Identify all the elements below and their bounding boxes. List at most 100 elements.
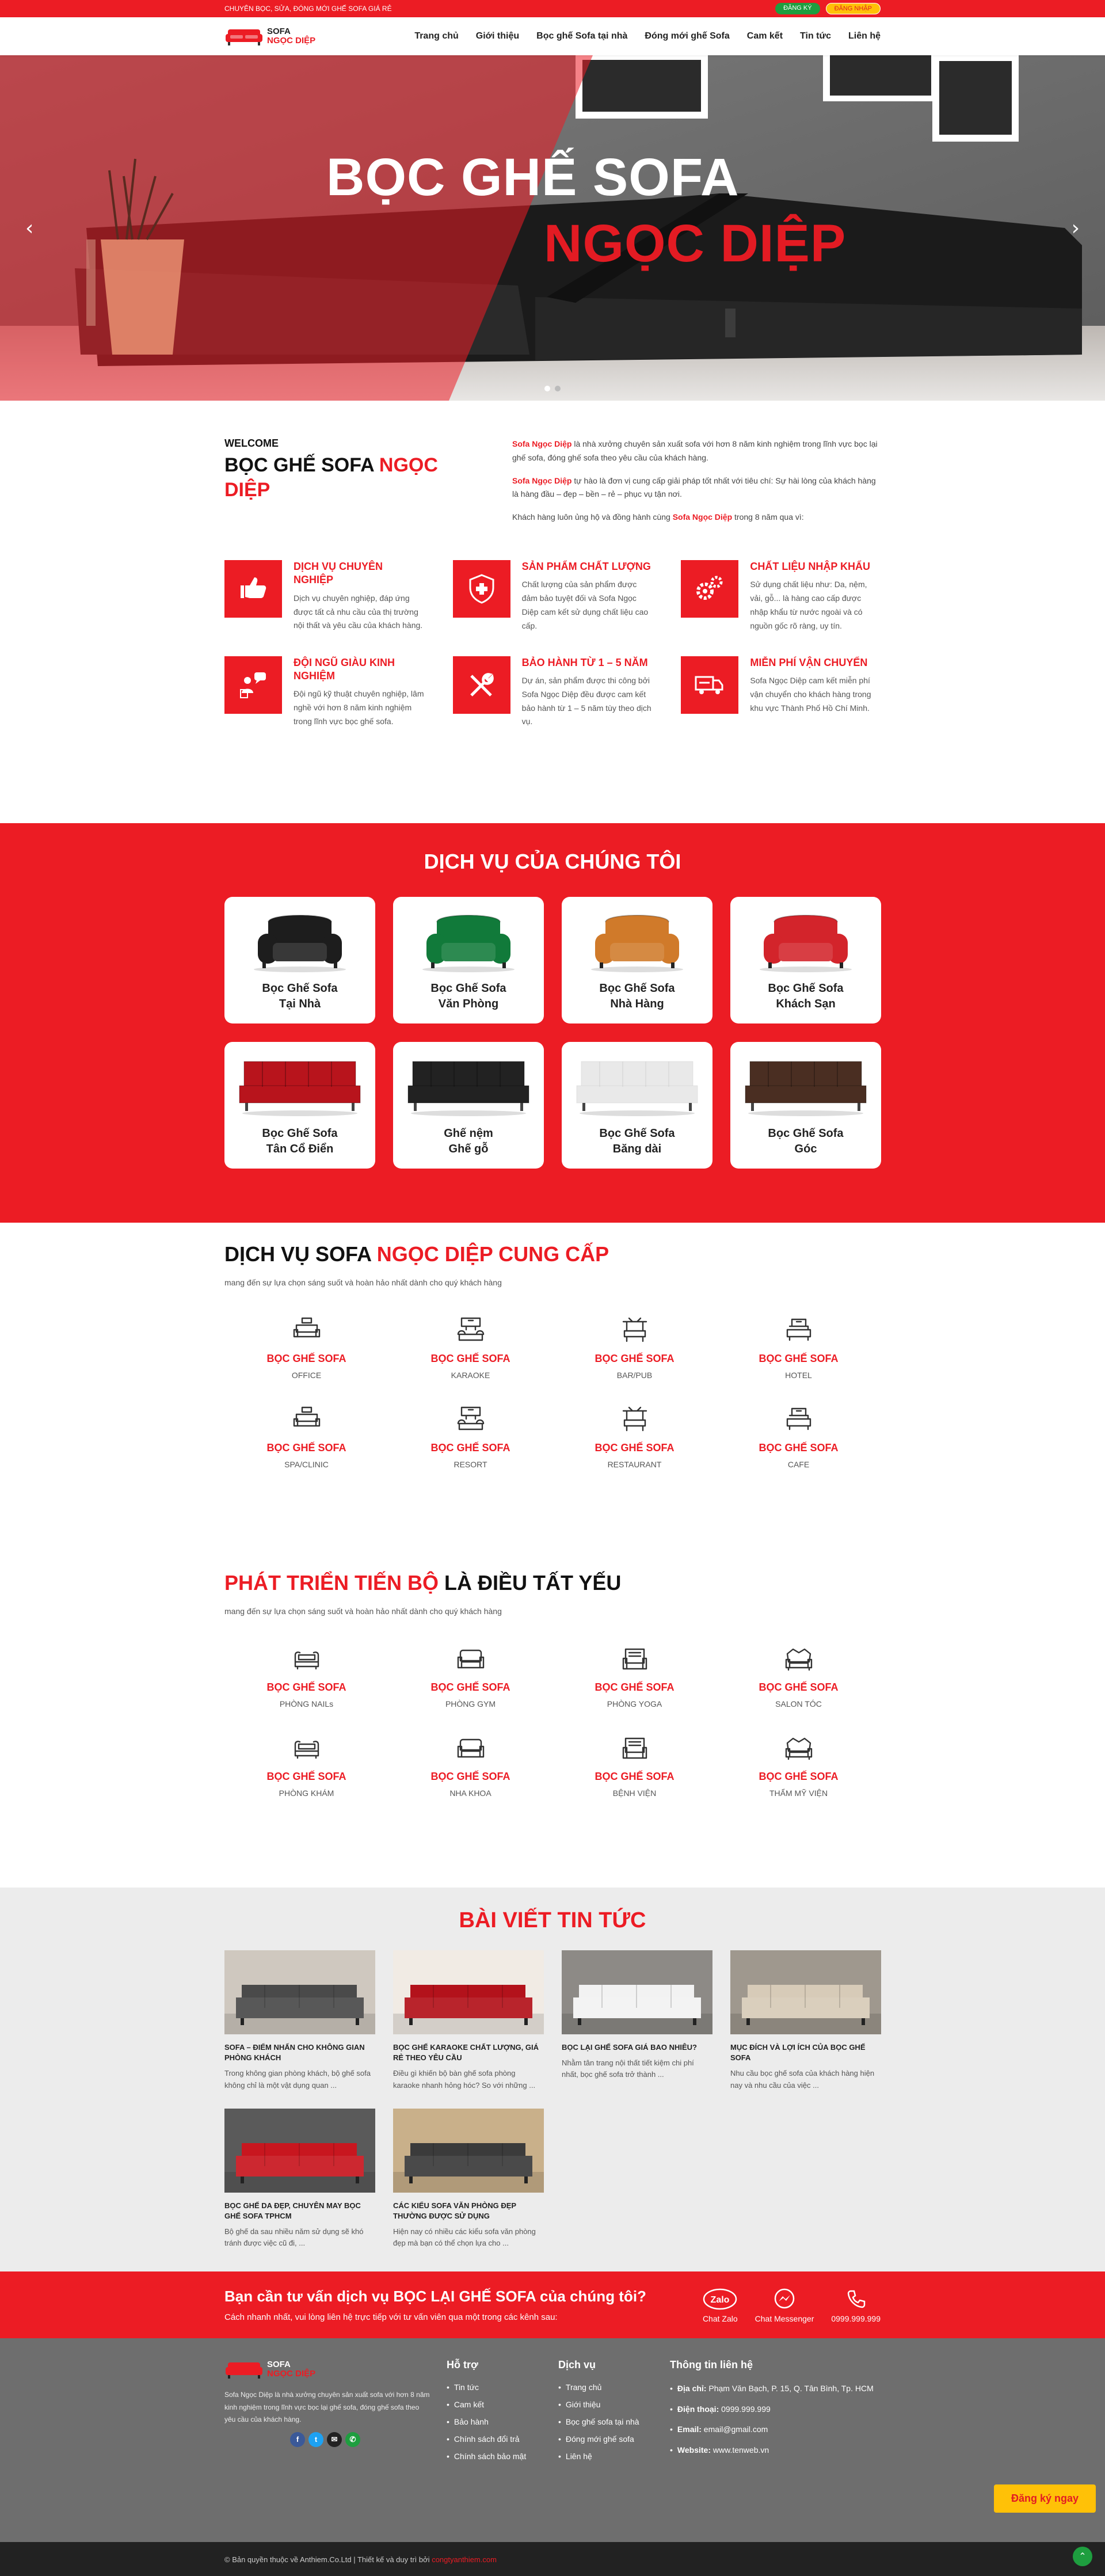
footer-service-link[interactable]: Bọc ghế sofa tại nhà [558,2417,670,2426]
category-item[interactable]: BỌC GHẾ SOFA OFFICE [224,1314,388,1380]
service-name-line1: Bọc Ghế Sofa [768,982,844,995]
service-name-line2: Văn Phòng [438,998,499,1010]
login-button[interactable]: ĐĂNG NHẬP [825,3,881,14]
category-item[interactable]: BỌC GHẾ SOFA PHÒNG NAILs [224,1642,388,1709]
nav-item[interactable]: Bọc ghế Sofa tại nhà [536,31,627,41]
category-item[interactable]: BỌC GHẾ SOFA HOTEL [717,1314,881,1380]
post-thumbnail[interactable] [393,2108,544,2193]
chat-zalo-link[interactable]: Zalo Chat Zalo [703,2286,738,2323]
service-card[interactable]: Bọc Ghế Sofa Tân Cổ Điển [224,1042,375,1169]
category-name: PHÒNG NAILs [279,1699,334,1709]
nav-item[interactable]: Liên hệ [848,31,881,41]
post-thumbnail[interactable] [393,1950,544,2034]
cafe-icon [786,1407,811,1430]
feature-title: DỊCH VỤ CHUYÊN NGHIỆP [294,560,383,586]
footer-support-link[interactable]: Chính sách bảo mật [447,2452,558,2461]
resort-icon [457,1406,484,1430]
service-name-line1: Bọc Ghế Sofa [599,1127,675,1140]
category-item[interactable]: BỌC GHẾ SOFA RESTAURANT [552,1403,717,1469]
news-post[interactable]: BỌC GHẾ KARAOKE CHẤT LƯỢNG, GIÁ RẺ THEO … [393,1950,544,2091]
category-item[interactable]: BỌC GHẾ SOFA PHÒNG KHÁM [224,1732,388,1798]
register-now-button[interactable]: Đăng ký ngay [993,2484,1096,2513]
category-item[interactable]: BỌC GHẾ SOFA THẨM MỸ VIỆN [717,1732,881,1798]
services-section: DỊCH VỤ CỦA CHÚNG TÔI Bọc Ghế Sofa Tại Nh… [0,823,1105,1223]
category-item[interactable]: BỌC GHẾ SOFA BỆNH VIỆN [552,1732,717,1798]
post-title[interactable]: CÁC KIỂU SOFA VĂN PHÒNG ĐẸP THƯỜNG ĐƯỢC … [393,2201,544,2221]
feature-desc: Sử dụng chất liệu như: Da, nệm, vải, gỗ.… [750,580,867,630]
post-title[interactable]: BỌC LẠI GHẾ SOFA GIÁ BAO NHIÊU? [562,2042,712,2053]
footer-support-link[interactable]: Cam kết [447,2400,558,2409]
post-thumbnail[interactable] [562,1950,712,2034]
contact-heading: Thông tin liên hệ [670,2359,753,2370]
site-logo[interactable]: SOFA NGỌC DIỆP [224,26,315,47]
post-title[interactable]: BỌC GHẾ DA ĐẸP, CHUYÊN MAY BỌC GHẾ SOFA … [224,2201,375,2221]
category-name: KARAOKE [451,1371,490,1380]
category-item[interactable]: BỌC GHẾ SOFA SALON TÓC [717,1642,881,1709]
footer-service-link[interactable]: Trang chủ [558,2383,670,2392]
category-item[interactable]: BỌC GHẾ SOFA NHA KHOA [388,1732,552,1798]
service-card[interactable]: Bọc Ghế Sofa Góc [730,1042,881,1169]
post-title[interactable]: BỌC GHẾ KARAOKE CHẤT LƯỢNG, GIÁ RẺ THEO … [393,2042,544,2063]
nav-item[interactable]: Trang chủ [414,31,458,41]
service-card[interactable]: Bọc Ghế Sofa Văn Phòng [393,897,544,1023]
category-name: NHA KHOA [449,1789,491,1798]
nav-item[interactable]: Tin tức [800,31,831,41]
news-post[interactable]: BỌC LẠI GHẾ SOFA GIÁ BAO NHIÊU? Nhằm tân … [562,1950,712,2091]
footer-support-link[interactable]: Tin tức [447,2383,558,2392]
feature-icon-box [452,656,510,714]
category-item[interactable]: BỌC GHẾ SOFA BAR/PUB [552,1314,717,1380]
service-card[interactable]: Ghế nệm Ghế gỗ [393,1042,544,1169]
twitter-icon[interactable]: t [308,2432,323,2447]
service-card[interactable]: Bọc Ghế Sofa Tại Nhà [224,897,375,1023]
category-item[interactable]: BỌC GHẾ SOFA CAFE [717,1403,881,1469]
category-item[interactable]: BỌC GHẾ SOFA SPA/CLINIC [224,1403,388,1469]
footer-support-link[interactable]: Chính sách đổi trả [447,2434,558,2444]
category-item[interactable]: BỌC GHẾ SOFA PHÒNG YOGA [552,1642,717,1709]
hero-title-line1: BỌC GHẾ SOFA [326,148,740,207]
post-thumbnail[interactable] [224,1950,375,2034]
nav-item[interactable]: Cam kết [747,31,783,41]
scroll-to-top-button[interactable]: ⌃ [1073,2547,1092,2566]
feature-icon-box [224,560,282,618]
slider-dot[interactable] [555,386,561,391]
slider-dot[interactable] [544,386,550,391]
footer-service-link[interactable]: Liên hệ [558,2452,670,2461]
service-card[interactable]: Bọc Ghế Sofa Khách Sạn [730,897,881,1023]
chat-messenger-link[interactable]: Chat Messenger [755,2286,814,2323]
email-icon[interactable]: ✉ [327,2432,342,2447]
post-thumbnail[interactable] [730,1950,881,2034]
service-card[interactable]: Bọc Ghế Sofa Băng dài [562,1042,712,1169]
post-thumbnail[interactable] [224,2108,375,2193]
post-title[interactable]: SOFA – ĐIỂM NHẤN CHO KHÔNG GIAN PHÒNG KH… [224,2042,375,2063]
category-heading: BỌC GHẾ SOFA [595,1442,675,1453]
news-post[interactable]: BỌC GHẾ DA ĐẸP, CHUYÊN MAY BỌC GHẾ SOFA … [224,2108,375,2250]
top-bar: CHUYÊN BỌC, SỬA, ĐÓNG MỚI GHẾ SOFA GIÁ R… [0,0,1105,17]
service-card[interactable]: Bọc Ghế Sofa Nhà Hàng [562,897,712,1023]
post-title[interactable]: MỤC ĐÍCH VÀ LỢI ÍCH CỦA BỌC GHẾ SOFA [730,2042,881,2063]
footer-service-link[interactable]: Giới thiệu [558,2400,670,2409]
armchair-image [422,915,515,972]
footer-service-link[interactable]: Đóng mới ghế sofa [558,2434,670,2444]
nav-item[interactable]: Đóng mới ghế Sofa [645,31,729,41]
hero-slider: BỌC GHẾ SOFA NGỌC DIỆP ‹ › [0,55,1105,401]
facebook-icon[interactable]: f [290,2432,305,2447]
footer-logo[interactable]: SOFA NGỌC DIỆP [224,2359,447,2380]
news-post[interactable]: MỤC ĐÍCH VÀ LỢI ÍCH CỦA BỌC GHẾ SOFA Nhu … [730,1950,881,2091]
slider-next-arrow[interactable]: › [1072,216,1080,240]
news-post[interactable]: SOFA – ĐIỂM NHẤN CHO KHÔNG GIAN PHÒNG KH… [224,1950,375,2091]
phone-icon[interactable]: ✆ [345,2432,360,2447]
footer-support-link[interactable]: Bảo hành [447,2417,558,2426]
news-post[interactable]: CÁC KIỂU SOFA VĂN PHÒNG ĐẸP THƯỜNG ĐƯỢC … [393,2108,544,2250]
site-header: SOFA NGỌC DIỆP Trang chủ Giới thiệu Bọc gh… [0,17,1105,55]
category-item[interactable]: BỌC GHẾ SOFA KARAOKE [388,1314,552,1380]
brand-name: Sofa Ngọc Diệp [512,475,572,485]
category-item[interactable]: BỌC GHẾ SOFA RESORT [388,1403,552,1469]
copyright-link[interactable]: congtyanthiem.com [432,2555,497,2564]
bar-icon [622,1317,647,1342]
register-button[interactable]: ĐĂNG KÝ [775,3,820,14]
feature-desc: Chất lượng của sản phẩm được đảm bảo tuy… [521,580,649,630]
phone-call-link[interactable]: 0999.999.999 [831,2286,881,2323]
category-item[interactable]: BỌC GHẾ SOFA PHÒNG GYM [388,1642,552,1709]
nav-item[interactable]: Giới thiệu [476,31,519,41]
slider-prev-arrow[interactable]: ‹ [25,216,33,240]
